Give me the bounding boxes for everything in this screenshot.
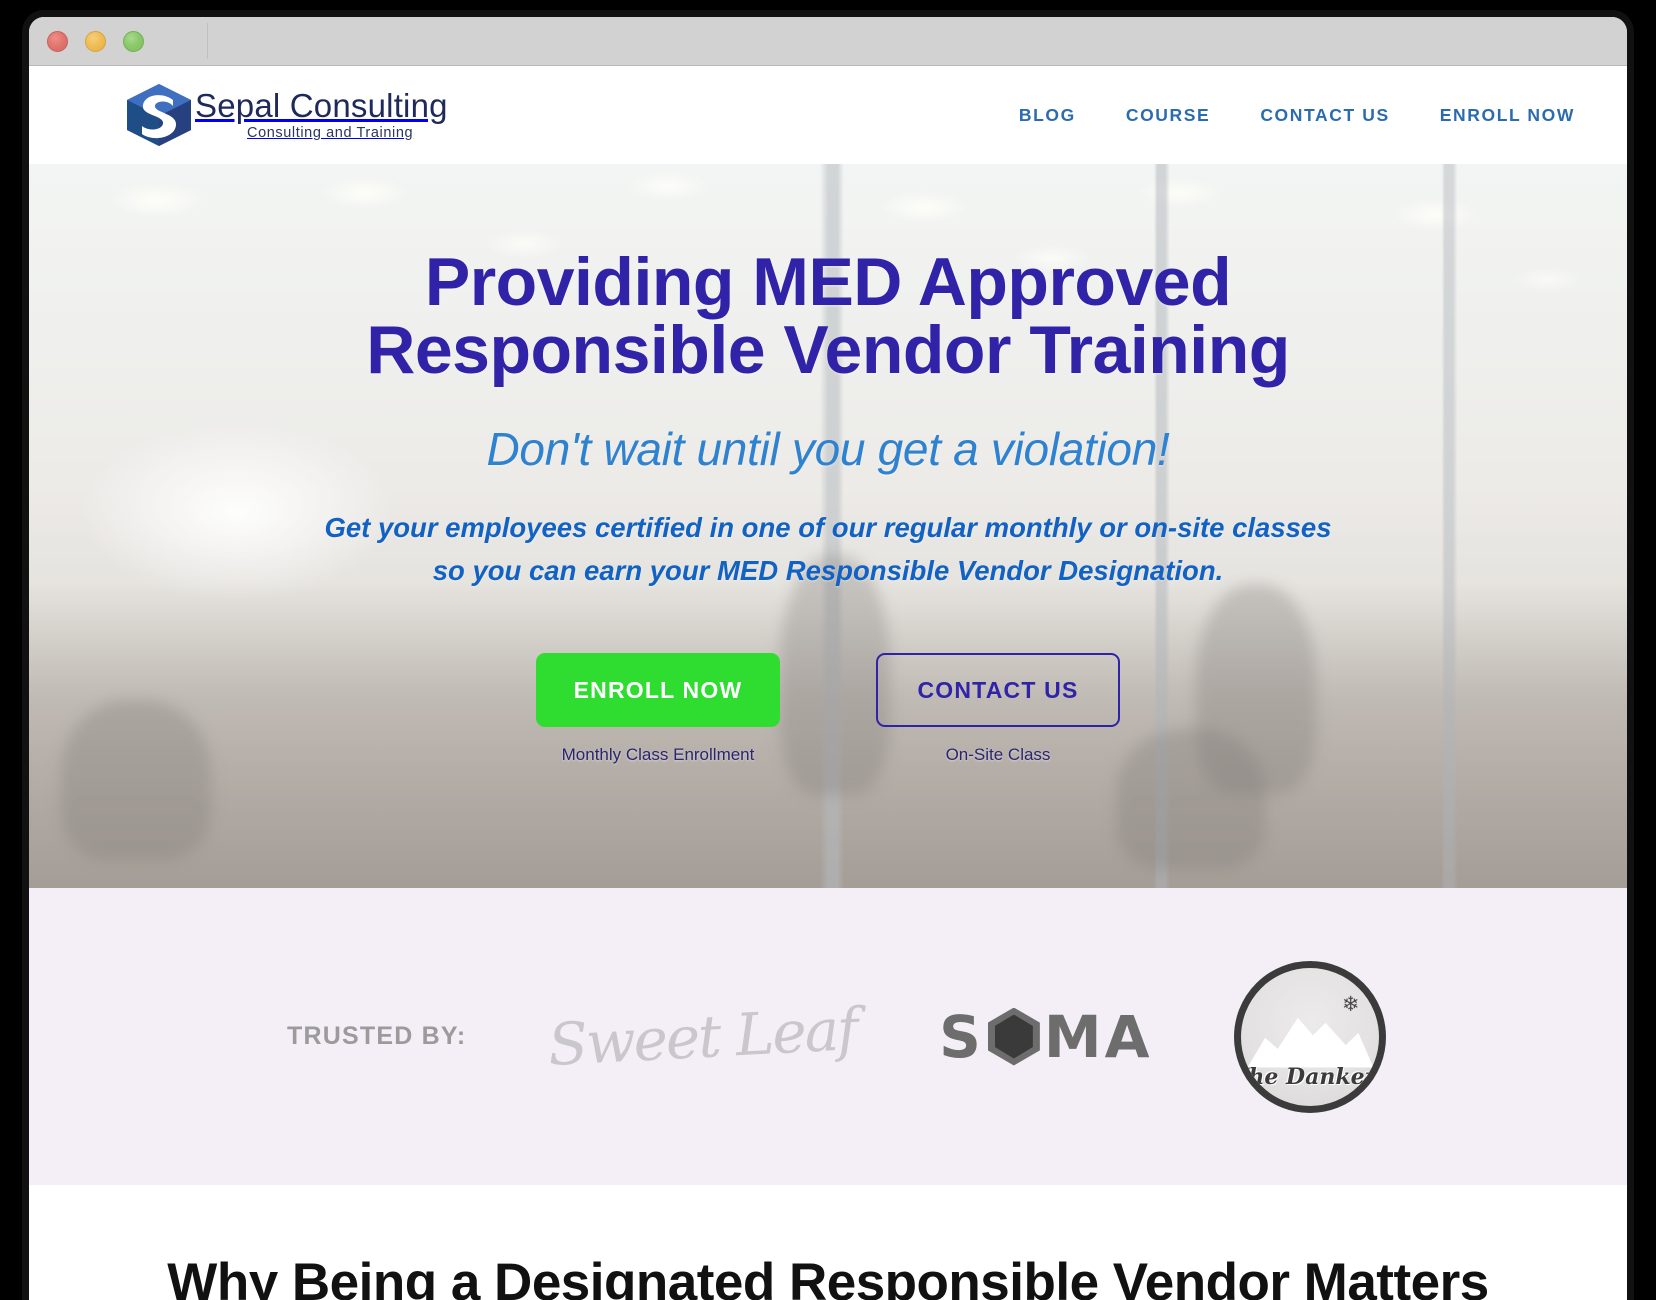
why-matters-section: Why Being a Designated Responsible Vendo… [29, 1185, 1627, 1300]
why-matters-title: Why Being a Designated Responsible Vendo… [167, 1252, 1489, 1300]
site-header: Sepal Consulting Consulting and Training… [29, 66, 1627, 164]
main-navigation: BLOG COURSE CONTACT US ENROLL NOW [1019, 105, 1583, 126]
hero-body-line-2: so you can earn your MED Responsible Ven… [432, 555, 1224, 587]
mountain-badge-icon: ❄ The Dankery [1234, 960, 1387, 1113]
window-titlebar [29, 17, 1627, 66]
nav-item-course[interactable]: COURSE [1126, 105, 1210, 126]
enroll-now-button[interactable]: ENROLL NOW [536, 652, 780, 727]
hero-section: Providing MED Approved Responsible Vendo… [29, 164, 1627, 888]
enroll-cta-column: ENROLL NOW Monthly Class Enrollment [536, 652, 780, 765]
hero-subtitle: Don't wait until you get a violation! [486, 423, 1170, 475]
nav-item-enroll-now[interactable]: ENROLL NOW [1440, 105, 1575, 126]
trusted-by-section: TRUSTED BY: Sweet Leaf S MA ❄ The Danker… [29, 888, 1627, 1212]
contact-us-caption: On-Site Class [945, 744, 1051, 764]
minimize-button[interactable] [85, 31, 106, 52]
sweetleaf-logo-text: Sweet Leaf [546, 994, 859, 1079]
brand-tagline: Consulting and Training [247, 124, 414, 141]
hero-body-line-1: Get your employees certified in one of o… [324, 512, 1332, 543]
enroll-now-caption: Monthly Class Enrollment [561, 744, 755, 764]
window-controls [47, 31, 144, 52]
soma-letter-s: S [939, 1002, 984, 1071]
soma-logo: S MA [939, 1003, 1152, 1071]
brand-name: Sepal Consulting [195, 87, 448, 125]
leaf-icon: ❄ [1341, 992, 1360, 1016]
brand-logo-link[interactable]: Sepal Consulting Consulting and Training [123, 82, 448, 148]
dankery-logo: ❄ The Dankery [1234, 960, 1387, 1113]
soma-logo-text: S MA [939, 1003, 1152, 1071]
brand-text: Sepal Consulting Consulting and Training [195, 87, 448, 141]
close-button[interactable] [47, 31, 68, 52]
dankery-logo-text: The Dankery [1234, 1063, 1387, 1090]
nav-item-blog[interactable]: BLOG [1019, 105, 1076, 126]
hexagon-s-logo-icon [123, 82, 195, 148]
browser-window: Sepal Consulting Consulting and Training… [22, 10, 1634, 1300]
soma-letters-ma: MA [1043, 1002, 1153, 1071]
page-viewport: Sepal Consulting Consulting and Training… [29, 66, 1627, 1300]
contact-us-button[interactable]: CONTACT US [876, 652, 1120, 727]
hero-cta-group: ENROLL NOW Monthly Class Enrollment CONT… [29, 652, 1627, 765]
sweetleaf-logo: Sweet Leaf [547, 994, 859, 1078]
tab-divider [207, 23, 208, 59]
hexagon-icon [987, 1007, 1040, 1066]
hero-title: Providing MED Approved Responsible Vendo… [366, 244, 1290, 388]
hero-body: Get your employees certified in one of o… [178, 506, 1478, 593]
trusted-by-label: TRUSTED BY: [287, 1022, 467, 1050]
hero-content: Providing MED Approved Responsible Vendo… [29, 164, 1627, 765]
zoom-button[interactable] [123, 31, 144, 52]
nav-item-contact-us[interactable]: CONTACT US [1260, 105, 1389, 126]
contact-cta-column: CONTACT US On-Site Class [876, 652, 1120, 765]
